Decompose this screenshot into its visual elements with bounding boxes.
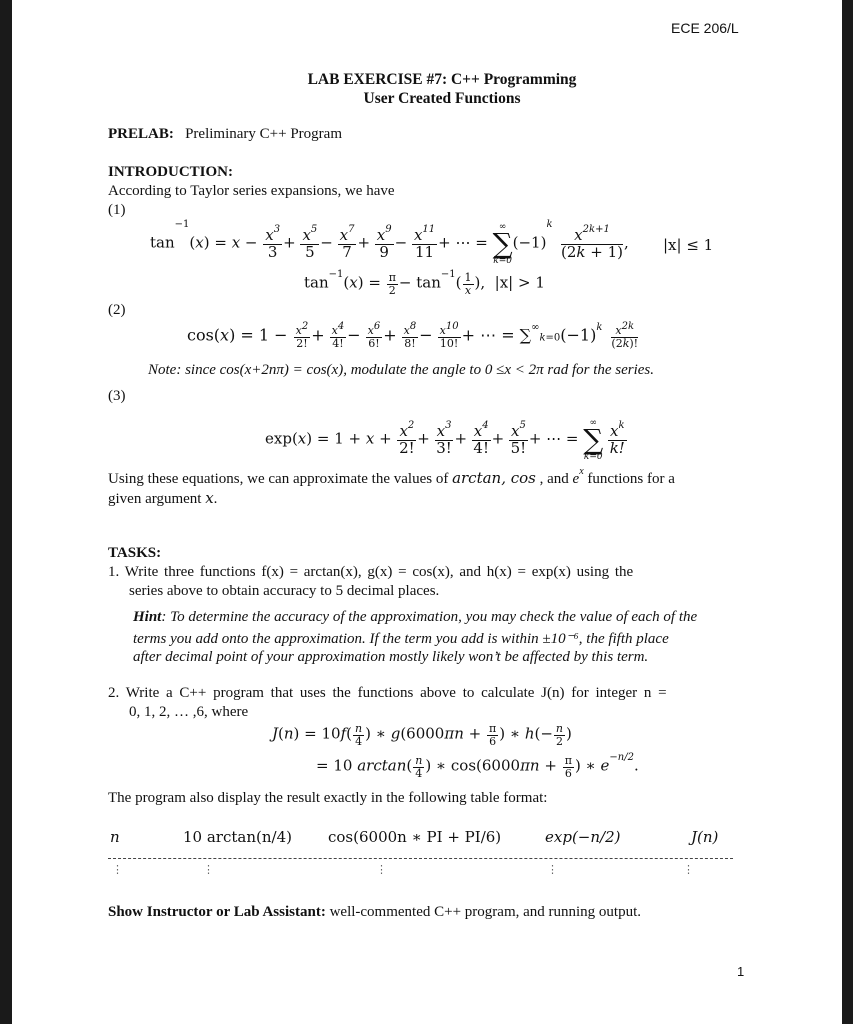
table-header-j: J(n) bbox=[691, 828, 719, 846]
table-header-n: n bbox=[110, 828, 120, 846]
exp-series-equation: exp(x) = 1 + x + x2 2! + x3 3! + x4 4! + x5 5! +… bbox=[265, 418, 627, 462]
show-instructor-line: Show Instructor or Lab Assistant: well-c… bbox=[108, 904, 642, 920]
summary-line-2: given argument x. bbox=[108, 489, 218, 507]
task2-line-2: 0, 1, 2, … ,6, where bbox=[129, 704, 249, 720]
summary-line-1: Using these equations, we can approximat… bbox=[108, 466, 675, 487]
table-header-exp: exp(−n/2) bbox=[545, 828, 621, 846]
table-ellipsis-j: ⋮ bbox=[683, 864, 694, 876]
arctan-condition-2: |x| > 1 bbox=[494, 273, 545, 292]
j-equation-line-1: J(n) = 10f(n 4) ∗ g(6000πn + π 6) ∗ h(− n 2) bbox=[272, 722, 572, 748]
table-intro: The program also display the result exac… bbox=[108, 790, 548, 806]
hint-line-3: after decimal point of your approximatio… bbox=[133, 649, 649, 665]
lab-title: LAB EXERCISE #7: C++ Programming bbox=[307, 71, 577, 88]
hint-label: Hint bbox=[133, 609, 162, 625]
cos-series-equation: cos(x) = 1 − x2 2! + x4 4! − x6 6! + x8 8! − x10… bbox=[187, 321, 639, 350]
arctan-condition-1: |x| ≤ 1 bbox=[663, 236, 714, 254]
prelab-line: PRELAB: Preliminary C++ Program bbox=[108, 126, 342, 143]
prelab-label: PRELAB: bbox=[108, 126, 174, 142]
hint-line-2: terms you add onto the approximation. If… bbox=[133, 631, 669, 647]
task2-line-1: 2. Write a C++ program that uses the fun… bbox=[108, 685, 667, 701]
arctan-series-equation: tan−1(x) = x − x3 3 + x5 5− x7 7 + x9 9− x11 11… bbox=[150, 219, 629, 266]
hint-line-1: Hint: To determine the accuracy of the a… bbox=[133, 609, 698, 625]
lab-subtitle: User Created Functions bbox=[363, 90, 521, 107]
show-instructor-label: Show Instructor or Lab Assistant: bbox=[108, 904, 326, 920]
eq2-label: (2) bbox=[108, 302, 126, 318]
introduction-heading: INTRODUCTION: bbox=[108, 164, 234, 180]
arctan-identity-equation: tan−1(x) = π 2− tan−1(1 x), |x| > 1 bbox=[304, 269, 545, 297]
table-ellipsis-n: ⋮ bbox=[112, 864, 123, 876]
task1-line-2: series above to obtain accuracy to 5 dec… bbox=[129, 583, 440, 599]
table-ellipsis-cos: ⋮ bbox=[376, 864, 387, 876]
table-ellipsis-exp: ⋮ bbox=[547, 864, 558, 876]
tasks-heading: TASKS: bbox=[108, 545, 162, 561]
summary-functions: arctan, cos bbox=[452, 469, 536, 487]
prelab-text: Preliminary C++ Program bbox=[185, 126, 342, 142]
task1-line-1: 1. Write three functions f(x) = arctan(x… bbox=[108, 564, 634, 580]
cos-note: Note: since cos(x+2nπ) = cos(x), modulat… bbox=[148, 362, 655, 378]
eq3-label: (3) bbox=[108, 388, 126, 404]
course-code: ECE 206/L bbox=[671, 20, 739, 36]
table-header-arctan: 10 arctan(n/4) bbox=[183, 828, 292, 846]
document-page: ECE 206/L LAB EXERCISE #7: C++ Programmi… bbox=[12, 0, 842, 1024]
table-header-cos: cos(6000n ∗ PI + PI/6) bbox=[328, 828, 502, 846]
eq1-label: (1) bbox=[108, 202, 126, 218]
page-number: 1 bbox=[737, 964, 745, 979]
table-divider bbox=[108, 858, 733, 859]
table-ellipsis-arctan: ⋮ bbox=[203, 864, 214, 876]
j-equation-line-2: = 10 arctan(n 4) ∗ cos(6000πn + π 6) ∗ e−n… bbox=[316, 752, 639, 780]
introduction-lead: According to Taylor series expansions, w… bbox=[108, 183, 395, 199]
